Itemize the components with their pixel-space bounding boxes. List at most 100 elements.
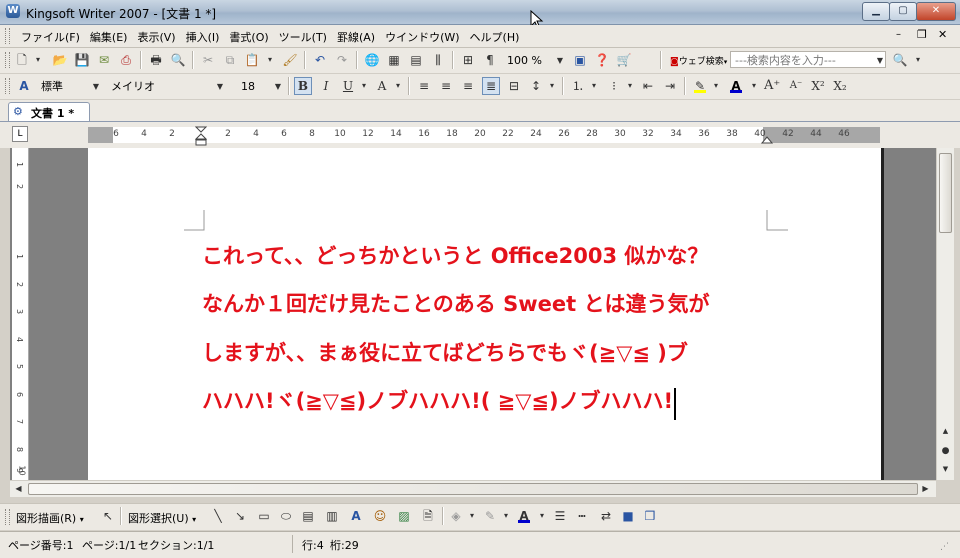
menu-help[interactable]: ヘルプ(H) (465, 29, 525, 45)
shadow-style-icon[interactable]: ■ (620, 508, 636, 524)
shop-cart-icon[interactable]: 🛒 (616, 52, 632, 68)
text-box-icon[interactable]: ▤ (300, 508, 316, 524)
document-line-4[interactable]: ハハハ!ヾ(≧▽≦)ノブハハハ!( ≧▽≦)ノブハハハ! (202, 385, 673, 415)
font-color-icon[interactable]: A (728, 78, 744, 94)
vertical-scroll-thumb[interactable] (939, 153, 952, 233)
bullets-icon[interactable]: ⁝ (606, 78, 622, 94)
print-preview-icon[interactable]: 🔍 (170, 52, 186, 68)
wordart-icon[interactable]: A (348, 508, 364, 524)
font-dropdown[interactable]: メイリオ ▼ (106, 77, 226, 94)
doc-close-icon[interactable]: ✕ (938, 28, 947, 41)
fill-color-dropdown-icon[interactable]: ▾ (464, 508, 480, 524)
save-icon[interactable]: 💾 (74, 52, 90, 68)
styles-icon[interactable]: A (16, 78, 32, 94)
scroll-right-icon[interactable]: ▶ (918, 481, 933, 496)
document-line-3[interactable]: しますが、、まぁ役に立てばどちらでもヾ(≧▽≦ )ブ (202, 337, 688, 367)
help-icon[interactable]: ❓ (594, 52, 610, 68)
send-mail-icon[interactable]: ✉ (96, 52, 112, 68)
copy-icon[interactable]: ⧉ (222, 52, 238, 68)
search-input[interactable]: ---検索内容を入力--- ▼ (730, 51, 886, 68)
vertical-text-box-icon[interactable]: ▥ (324, 508, 340, 524)
toolbar-grip[interactable] (5, 52, 10, 68)
fill-color-icon[interactable]: ◈ (448, 508, 464, 524)
show-paragraph-icon[interactable]: ¶ (482, 52, 498, 68)
web-search-button[interactable]: ◙ウェブ検索▾ (670, 54, 727, 67)
grow-font-icon[interactable]: A⁺ (764, 78, 780, 94)
decrease-indent-icon[interactable]: ⇤ (640, 78, 656, 94)
rectangle-icon[interactable]: ▭ (256, 508, 272, 524)
menu-view[interactable]: 表示(V) (132, 29, 180, 45)
title-bar[interactable]: W Kingsoft Writer 2007 - [文書 1 *] ▁ ▢ ✕ (0, 0, 960, 25)
align-left-icon[interactable]: ≡ (416, 78, 432, 94)
drawbar-grip[interactable] (5, 509, 10, 525)
close-button[interactable]: ✕ (916, 2, 956, 21)
vertical-scrollbar[interactable]: ▲ ▲ ● ▼ (936, 148, 954, 480)
menu-tools[interactable]: ツール(T) (274, 29, 332, 45)
horizontal-scroll-thumb[interactable] (28, 483, 918, 495)
next-page-icon[interactable]: ▼ (938, 462, 953, 477)
char-shading-dropdown-icon[interactable]: ▾ (390, 78, 406, 94)
menu-edit[interactable]: 編集(E) (85, 29, 133, 45)
numbering-icon[interactable]: ⒈ (570, 78, 586, 94)
insert-columns-icon[interactable]: ▤ (408, 52, 424, 68)
search-go-icon[interactable]: 🔍 (892, 52, 908, 68)
align-right-icon[interactable]: ≡ (460, 78, 476, 94)
hyperlink-icon[interactable]: 🌐 (364, 52, 380, 68)
underline-dropdown-icon[interactable]: ▾ (356, 78, 372, 94)
style-dropdown[interactable]: 標準 ▼ (36, 77, 102, 94)
insert-file-icon[interactable]: 🗎 (420, 508, 436, 524)
menu-format[interactable]: 書式(O) (224, 29, 273, 45)
clip-art-icon[interactable]: ☺ (372, 508, 388, 524)
doc-restore-icon[interactable]: ❐ (917, 28, 927, 41)
menu-insert[interactable]: 挿入(I) (181, 29, 225, 45)
zoom-dropdown[interactable]: 100 % ▼ (502, 51, 566, 68)
char-shading-icon[interactable]: A (374, 78, 390, 94)
new-dropdown-icon[interactable]: ▾ (30, 52, 46, 68)
open-folder-icon[interactable]: 📂 (52, 52, 68, 68)
arrow-icon[interactable]: ↘ (232, 508, 248, 524)
line-spacing-dropdown-icon[interactable]: ▾ (544, 78, 560, 94)
subscript-icon[interactable]: X₂ (832, 78, 848, 94)
horizontal-scrollbar[interactable]: ◀ ▶ (10, 480, 936, 497)
font-size-dropdown[interactable]: 18 ▼ (236, 77, 284, 94)
search-options-dropdown-icon[interactable]: ▾ (910, 52, 926, 68)
justify-icon[interactable]: ≣ (482, 77, 500, 95)
paste-dropdown-icon[interactable]: ▾ (262, 52, 278, 68)
distribute-icon[interactable]: ⊟ (506, 78, 522, 94)
indent-marker-icon[interactable] (195, 126, 207, 146)
line-color-icon[interactable]: ✎ (482, 508, 498, 524)
line-color-dropdown-icon[interactable]: ▾ (498, 508, 514, 524)
maximize-button[interactable]: ▢ (889, 2, 917, 21)
line-spacing-icon[interactable]: ↕ (528, 78, 544, 94)
arrow-style-icon[interactable]: ⇄ (598, 508, 614, 524)
document-map-icon[interactable]: ▣ (572, 52, 588, 68)
kingsoft-writer-app-icon[interactable]: W (6, 4, 20, 18)
draw-menu-button[interactable]: 図形描画(R) ▾ (16, 510, 84, 526)
right-indent-marker-icon[interactable] (761, 134, 773, 144)
menu-window[interactable]: ウインドウ(W) (380, 29, 464, 45)
scroll-left-icon[interactable]: ◀ (11, 481, 26, 496)
oval-icon[interactable]: ⬭ (278, 508, 294, 524)
minimize-button[interactable]: ▁ (862, 2, 890, 21)
drawing-toolbar-icon[interactable]: ⊞ (460, 52, 476, 68)
menu-file[interactable]: ファイル(F) (16, 29, 85, 45)
font-color-dropdown-icon[interactable]: ▾ (746, 78, 762, 94)
highlight-dropdown-icon[interactable]: ▾ (708, 78, 724, 94)
select-objects-icon[interactable]: ↖ (100, 508, 116, 524)
menu-table[interactable]: 罫線(A) (332, 29, 380, 45)
format-painter-icon[interactable]: 🖌 (282, 52, 298, 68)
superscript-icon[interactable]: X² (810, 78, 826, 94)
numbering-dropdown-icon[interactable]: ▾ (586, 78, 602, 94)
vertical-ruler[interactable]: 1 2 1 2 3 4 5 6 7 8 9 10 (12, 148, 29, 480)
cut-icon[interactable]: ✂ (200, 52, 216, 68)
document-line-1[interactable]: これって、、どっちかというと Office2003 似かな？ (202, 240, 708, 270)
italic-button[interactable]: I (318, 78, 334, 94)
3d-style-icon[interactable]: ❒ (642, 508, 658, 524)
new-document-icon[interactable]: 🗋 (14, 52, 30, 68)
shrink-font-icon[interactable]: A⁻ (788, 78, 804, 94)
line-icon[interactable]: ╲ (210, 508, 226, 524)
document-line-2[interactable]: なんか１回だけ見たことのある Sweet とは違う気が (202, 288, 709, 318)
insert-table-icon[interactable]: ▦ (386, 52, 402, 68)
line-style-icon[interactable]: ☰ (552, 508, 568, 524)
redo-icon[interactable]: ↷ (334, 52, 350, 68)
